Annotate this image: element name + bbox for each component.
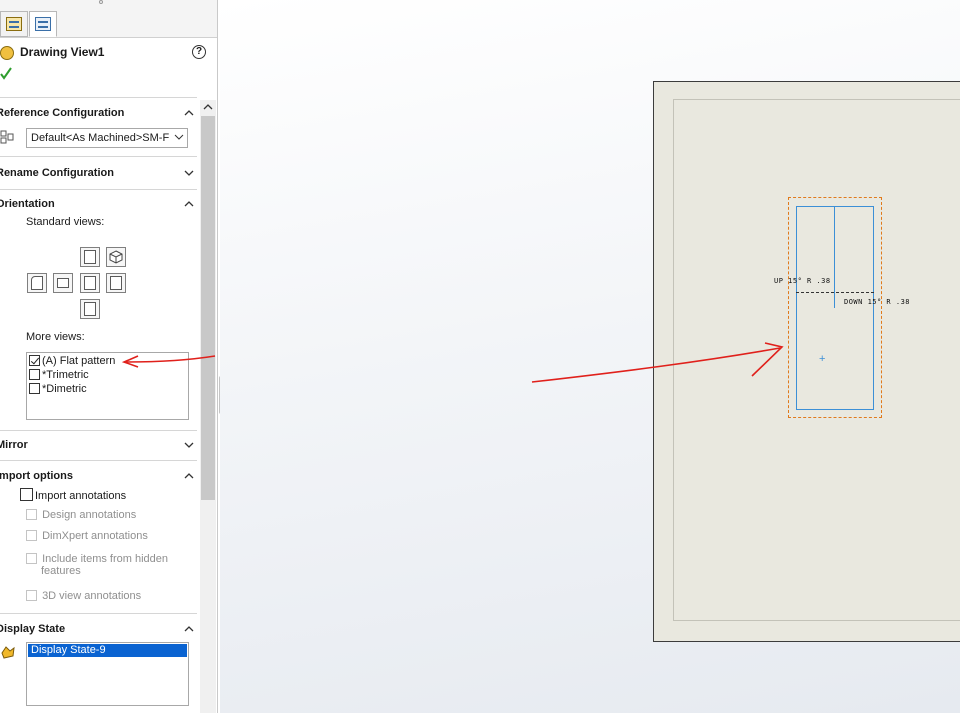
chevron-up-icon[interactable] xyxy=(183,107,195,119)
scroll-up-arrow-icon[interactable] xyxy=(202,101,214,113)
view-face-icon xyxy=(84,250,96,264)
separator xyxy=(0,156,197,157)
bend-line xyxy=(796,292,874,293)
origin-marker-icon: + xyxy=(819,353,826,365)
checkbox-design-annotations xyxy=(26,509,37,520)
include-hidden-option: Include items from hidden xyxy=(26,553,168,565)
list-item[interactable]: (A) Flat pattern xyxy=(29,355,115,368)
bend-note-down[interactable]: DOWN 15° R .38 xyxy=(844,298,910,306)
list-item[interactable]: *Trimetric xyxy=(29,369,89,382)
back-view-button[interactable] xyxy=(80,247,100,267)
top-view-button[interactable] xyxy=(53,273,73,293)
flat-pattern-outline[interactable] xyxy=(796,206,874,410)
list-item-label: *Trimetric xyxy=(42,369,89,381)
list-item-label: *Dimetric xyxy=(42,383,87,395)
view-face-icon xyxy=(84,276,96,290)
tab-property-manager[interactable] xyxy=(0,11,28,37)
chevron-up-icon[interactable] xyxy=(183,198,195,210)
section-title-mirror: Mirror xyxy=(0,439,28,451)
front-view-button[interactable] xyxy=(80,273,100,293)
section-title-import-options: Import options xyxy=(0,470,73,482)
view-face-icon xyxy=(57,278,69,288)
reference-configuration-value: Default<As Machined>SM-F xyxy=(31,132,170,144)
panel-resize-dot xyxy=(99,0,103,4)
view-face-icon xyxy=(110,276,122,290)
panel-title: Drawing View1 xyxy=(20,45,105,59)
checkbox-dimxpert-annotations xyxy=(26,530,37,541)
section-import-options[interactable]: Import options xyxy=(0,467,197,487)
isometric-view-button[interactable] xyxy=(106,247,126,267)
display-state-icon xyxy=(1,646,15,659)
separator xyxy=(0,613,197,614)
chevron-down-icon xyxy=(174,134,184,140)
import-annotations-label: Import annotations xyxy=(35,490,127,502)
dimxpert-annotations-label: DimXpert annotations xyxy=(42,530,148,542)
checkbox-dimetric[interactable] xyxy=(29,383,40,394)
property-manager-icon xyxy=(6,17,22,31)
section-mirror[interactable]: Mirror xyxy=(0,436,197,456)
checkbox-3d-view-annotations xyxy=(26,590,37,601)
section-title-reference-configuration: Reference Configuration xyxy=(0,107,125,119)
list-item[interactable]: *Dimetric xyxy=(29,383,87,396)
section-orientation[interactable]: Orientation xyxy=(0,195,197,215)
checkbox-import-annotations[interactable] xyxy=(20,488,33,501)
panel-tab-bar xyxy=(0,0,217,38)
include-hidden-label: Include items from hidden xyxy=(42,553,169,565)
drawing-view-icon xyxy=(0,46,14,60)
separator xyxy=(0,97,197,98)
standard-views-label: Standard views: xyxy=(26,216,105,228)
view-face-icon xyxy=(84,302,96,316)
chevron-down-icon[interactable] xyxy=(183,439,195,451)
panel-scroll-thumb[interactable] xyxy=(201,116,215,500)
include-hidden-label-line2: features xyxy=(41,565,81,577)
checkbox-trimetric[interactable] xyxy=(29,369,40,380)
ok-checkmark-icon[interactable] xyxy=(0,66,12,80)
isometric-cube-icon xyxy=(109,250,123,264)
help-icon[interactable]: ? xyxy=(192,45,206,59)
section-title-rename-configuration: Rename Configuration xyxy=(0,167,114,179)
bottom-view-button[interactable] xyxy=(80,299,100,319)
section-rename-configuration[interactable]: Rename Configuration xyxy=(0,164,197,184)
chevron-up-icon[interactable] xyxy=(183,623,195,635)
design-annotations-label: Design annotations xyxy=(42,509,137,521)
display-state-list: Display State-9 xyxy=(26,642,189,706)
import-annotations-option[interactable]: Import annotations xyxy=(20,488,126,502)
left-view-button[interactable] xyxy=(27,273,47,293)
design-annotations-option: Design annotations xyxy=(26,509,136,521)
dimxpert-annotations-option: DimXpert annotations xyxy=(26,530,148,542)
section-title-orientation: Orientation xyxy=(0,198,55,210)
checkbox-flat-pattern[interactable] xyxy=(29,355,40,366)
separator xyxy=(0,430,197,431)
tab-configuration-manager[interactable] xyxy=(29,11,57,37)
section-reference-configuration[interactable]: Reference Configuration xyxy=(0,104,197,124)
chevron-down-icon[interactable] xyxy=(183,167,195,179)
chevron-up-icon[interactable] xyxy=(183,470,195,482)
panel-header: Drawing View1 ? xyxy=(0,42,217,64)
more-views-label: More views: xyxy=(26,331,85,343)
configuration-icon xyxy=(0,130,14,144)
display-state-item[interactable]: Display State-9 xyxy=(28,644,187,657)
section-title-display-state: Display State xyxy=(0,623,66,635)
right-view-button[interactable] xyxy=(106,273,126,293)
bend-note-up[interactable]: UP 15° R .38 xyxy=(774,277,831,285)
separator xyxy=(0,189,197,190)
view-face-icon xyxy=(31,276,43,290)
property-manager-panel: Drawing View1 ? Reference Configuration … xyxy=(0,0,218,713)
checkbox-include-hidden xyxy=(26,553,37,564)
reference-configuration-select[interactable]: Default<As Machined>SM-F xyxy=(26,128,188,148)
configuration-manager-icon xyxy=(35,17,51,31)
separator xyxy=(0,460,197,461)
more-views-list: (A) Flat pattern *Trimetric *Dimetric xyxy=(26,352,189,420)
view-3d-annotations-option: 3D view annotations xyxy=(26,590,141,602)
section-display-state[interactable]: Display State xyxy=(0,620,197,640)
view-3d-annotations-label: 3D view annotations xyxy=(42,590,142,602)
list-item-label: (A) Flat pattern xyxy=(42,355,116,367)
